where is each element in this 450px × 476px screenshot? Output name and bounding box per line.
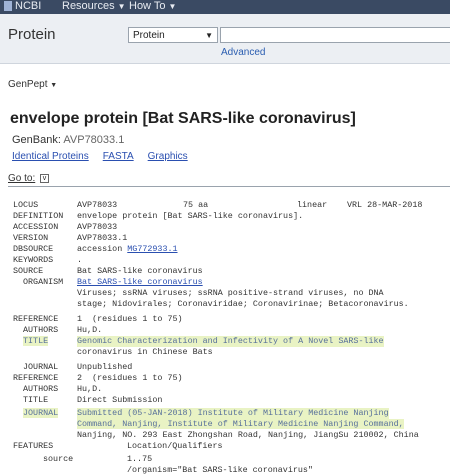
organism-key: ORGANISM <box>23 277 64 287</box>
advanced-search-link[interactable]: Advanced <box>221 47 265 58</box>
title-value-1: Genomic Characterization and Infectivity… <box>77 336 384 347</box>
goto-link[interactable]: Go to: <box>8 173 35 184</box>
title-key: TITLE <box>23 395 49 405</box>
how-to-menu[interactable]: How To ▼ <box>129 0 176 12</box>
accession-line: ACCESSION AVP78033 <box>13 222 117 233</box>
source-value: Bat SARS-like coronavirus <box>77 266 203 276</box>
title-value-2: coronavirus in Chinese Bats <box>77 347 213 357</box>
database-label: Protein <box>8 26 56 43</box>
feature-source-key: source <box>43 454 74 464</box>
dbsource-prefix: accession <box>77 244 128 254</box>
feature-source-line: source 1..75 <box>43 454 152 465</box>
authors-key: AUTHORS <box>23 384 59 394</box>
accession-key: ACCESSION <box>13 222 59 232</box>
accession-value: AVP78033 <box>77 222 118 232</box>
authors-value: Hu,D. <box>77 384 103 394</box>
version-key: VERSION <box>13 233 49 243</box>
version-value: AVP78033.1 <box>77 233 128 243</box>
locus-length: 75 aa <box>183 200 209 210</box>
chevron-down-icon: ▼ <box>117 1 126 11</box>
reference-1-value: 1 (residues 1 to 75) <box>77 314 183 324</box>
organism-line: ORGANISM Bat SARS-like coronavirus <box>23 277 203 288</box>
feature-organism-qualifier: /organism="Bat SARS-like coronavirus" <box>127 465 313 475</box>
locus-line: LOCUS AVP78033 75 aa linear VRL 28-MAR-2018 <box>13 200 422 211</box>
version-line: VERSION AVP78033.1 <box>13 233 127 244</box>
organism-lineage-2: stage; Nidovirales; Coronaviridae; Coron… <box>77 299 409 309</box>
fasta-link[interactable]: FASTA <box>103 151 134 162</box>
locus-division-date: VRL 28-MAR-2018 <box>347 200 423 210</box>
organism-lineage-1: Viruses; ssRNA viruses; ssRNA positive-s… <box>77 288 384 298</box>
dbsource-key: DBSOURCE <box>13 244 54 254</box>
reference-2-key: REFERENCE <box>13 373 59 383</box>
how-to-menu-label: How To <box>129 0 166 12</box>
feature-source-range: 1..75 <box>127 454 153 464</box>
ncbi-logo-icon <box>4 1 12 11</box>
features-key: FEATURES <box>13 441 54 451</box>
ncbi-top-bar: NCBI Resources ▼ How To ▼ <box>0 0 450 14</box>
genbank-label: GenBank: <box>12 134 61 146</box>
journal-key: JOURNAL <box>23 408 59 418</box>
journal-value-2: Command, Nanjing, Institute of Military … <box>77 419 404 430</box>
keywords-value: . <box>77 255 83 265</box>
reference-1-authors-line: AUTHORS Hu,D. <box>23 325 102 336</box>
dbsource-line: DBSOURCE accession MG772933.1 <box>13 244 178 255</box>
locus-name: AVP78033 <box>77 200 118 210</box>
reference-2-title-line: TITLE Direct Submission <box>23 395 162 406</box>
source-line: SOURCE Bat SARS-like coronavirus <box>13 266 203 277</box>
ncbi-logo-text: NCBI <box>15 0 42 12</box>
reference-1-key: REFERENCE <box>13 314 59 324</box>
journal-key: JOURNAL <box>23 362 59 372</box>
search-bar: Protein Protein ▼ Advanced <box>0 14 450 64</box>
features-line: FEATURES Location/Qualifiers <box>13 441 223 452</box>
title-value: Direct Submission <box>77 395 163 405</box>
chevron-down-icon[interactable]: v <box>40 173 50 183</box>
resources-menu-label: Resources <box>62 0 115 12</box>
resources-menu[interactable]: Resources ▼ <box>62 0 126 12</box>
goto-bar: Go to: v <box>8 173 450 187</box>
page-title: envelope protein [Bat SARS-like coronavi… <box>10 110 356 127</box>
reference-2-journal-line: JOURNAL Submitted (05-JAN-2018) Institute… <box>23 408 389 419</box>
reference-2-authors-line: AUTHORS Hu,D. <box>23 384 102 395</box>
chevron-down-icon: ▼ <box>168 1 177 11</box>
title-key: TITLE <box>23 336 49 346</box>
reference-1-journal-line: JOURNAL Unpublished <box>23 362 132 373</box>
journal-value-1: Submitted (05-JAN-2018) Institute of Mil… <box>77 408 389 419</box>
format-selector[interactable]: GenPept ▼ <box>8 79 57 90</box>
format-label: GenPept <box>8 79 48 90</box>
authors-key: AUTHORS <box>23 325 59 335</box>
definition-line: DEFINITION envelope protein [Bat SARS-lik… <box>13 211 303 222</box>
source-key: SOURCE <box>13 266 44 276</box>
authors-value: Hu,D. <box>77 325 103 335</box>
keywords-key: KEYWORDS <box>13 255 54 265</box>
journal-value-2-text: Command, Nanjing, Institute of Military … <box>77 419 404 429</box>
reference-1-line: REFERENCE 1 (residues 1 to 75) <box>13 314 183 325</box>
database-select[interactable]: Protein ▼ <box>128 27 218 43</box>
reference-1-title-line: TITLE Genomic Characterization and Infect… <box>23 336 384 347</box>
reference-2-line: REFERENCE 2 (residues 1 to 75) <box>13 373 183 384</box>
search-input[interactable] <box>220 27 450 43</box>
reference-2-value: 2 (residues 1 to 75) <box>77 373 183 383</box>
graphics-link[interactable]: Graphics <box>148 151 188 162</box>
record-links: Identical Proteins FASTA Graphics <box>12 151 188 162</box>
locus-key: LOCUS <box>13 200 39 210</box>
locus-topology: linear <box>297 200 328 210</box>
chevron-down-icon: ▼ <box>205 30 213 40</box>
genbank-line: GenBank: AVP78033.1 <box>12 134 124 146</box>
journal-value: Unpublished <box>77 362 133 372</box>
identical-proteins-link[interactable]: Identical Proteins <box>12 151 89 162</box>
chevron-down-icon: ▼ <box>50 82 58 89</box>
journal-value-3: Nanjing, NO. 293 East Zhongshan Road, Na… <box>77 430 419 440</box>
features-header: Location/Qualifiers <box>127 441 223 451</box>
organism-taxonomy-link[interactable]: Bat SARS-like coronavirus <box>77 277 203 288</box>
keywords-line: KEYWORDS. <box>13 255 82 266</box>
definition-value: envelope protein [Bat SARS-like coronavi… <box>77 211 304 221</box>
ncbi-logo[interactable]: NCBI <box>4 0 41 12</box>
definition-key: DEFINITION <box>13 211 64 221</box>
database-select-value: Protein <box>133 29 165 41</box>
dbsource-accession-link[interactable]: MG772933.1 <box>127 244 177 254</box>
genbank-accession: AVP78033.1 <box>63 134 125 146</box>
